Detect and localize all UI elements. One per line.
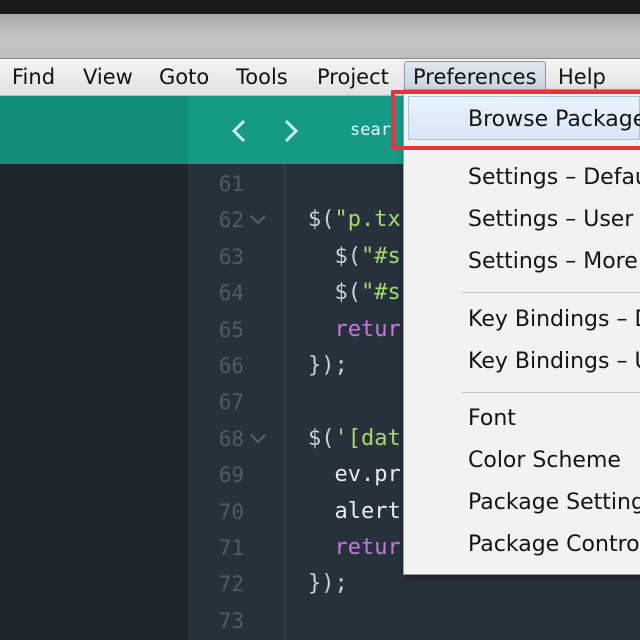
menu-separator — [461, 392, 640, 393]
menu-goto[interactable]: Goto — [151, 63, 217, 91]
code-token: alert — [308, 499, 401, 524]
line-number: 66 — [218, 354, 244, 378]
code-token: $( — [308, 207, 335, 232]
line-number: 65 — [218, 318, 244, 342]
code-line-70: alert — [308, 494, 401, 530]
back-arrow-icon[interactable] — [225, 117, 253, 145]
code-line-63: $("#s — [308, 239, 401, 275]
code-token: retur — [334, 535, 401, 560]
code-line-68: $('[dat — [308, 421, 401, 457]
code-line-64: $("#s — [308, 275, 401, 311]
menu-help[interactable]: Help — [550, 63, 614, 91]
code-token: $( — [308, 244, 361, 269]
line-number: 70 — [218, 500, 244, 524]
menu-settings-more[interactable]: Settings – More — [468, 242, 638, 282]
code-line-62: $("p.tx — [308, 202, 401, 238]
menu-package-settings[interactable]: Package Settings — [468, 483, 640, 523]
menu-view[interactable]: View — [75, 63, 141, 91]
gutter-divider — [284, 164, 285, 640]
code-token: $( — [308, 426, 335, 451]
code-line-66: }); — [308, 348, 348, 384]
menu-package-control[interactable]: Package Control — [468, 525, 640, 565]
menu-tools[interactable]: Tools — [228, 63, 296, 91]
line-number: 71 — [218, 536, 244, 560]
menu-separator — [461, 292, 640, 293]
code-token: }); — [308, 571, 348, 596]
menu-settings-default[interactable]: Settings – Defau — [468, 158, 640, 198]
code-line-69: ev.pr — [308, 457, 401, 493]
line-number: 63 — [218, 245, 244, 269]
tab-search[interactable]: sear — [350, 96, 391, 164]
code-token: "#s — [360, 280, 401, 305]
highlight-box — [391, 90, 640, 150]
menu-key-bindings-default[interactable]: Key Bindings – D — [468, 300, 640, 340]
code-token: $( — [308, 280, 361, 305]
line-number: 61 — [218, 172, 244, 196]
menu-key-bindings-user[interactable]: Key Bindings – U — [468, 342, 640, 382]
line-number: 69 — [218, 463, 244, 487]
line-number: 67 — [218, 390, 244, 414]
code-token: '[dat — [334, 426, 401, 451]
code-token: "#s — [360, 244, 401, 269]
window-top-edge — [0, 0, 640, 14]
sidebar — [0, 164, 188, 640]
menu-font[interactable]: Font — [468, 399, 516, 439]
fold-chevron-icon[interactable] — [247, 421, 269, 457]
code-line-72: }); — [308, 566, 348, 602]
fold-chevron-icon[interactable] — [247, 202, 269, 238]
code-token: ev.pr — [308, 462, 401, 487]
menu-project[interactable]: Project — [309, 63, 397, 91]
line-number: 73 — [218, 609, 244, 633]
menu-find[interactable]: Find — [4, 63, 63, 91]
code-token: }); — [308, 353, 348, 378]
menu-color-scheme[interactable]: Color Scheme — [468, 441, 621, 481]
code-line-65: retur — [308, 312, 401, 348]
line-number: 62 — [218, 208, 244, 232]
line-number: 68 — [218, 427, 244, 451]
menu-settings-user[interactable]: Settings – User — [468, 200, 633, 240]
code-token: retur — [334, 317, 401, 342]
code-line-71: retur — [308, 530, 401, 566]
code-token: "p.tx — [334, 207, 401, 232]
window-title-bar — [0, 14, 640, 59]
forward-arrow-icon[interactable] — [277, 117, 305, 145]
line-number: 72 — [218, 572, 244, 596]
sidebar-header — [0, 96, 188, 164]
line-number: 64 — [218, 281, 244, 305]
